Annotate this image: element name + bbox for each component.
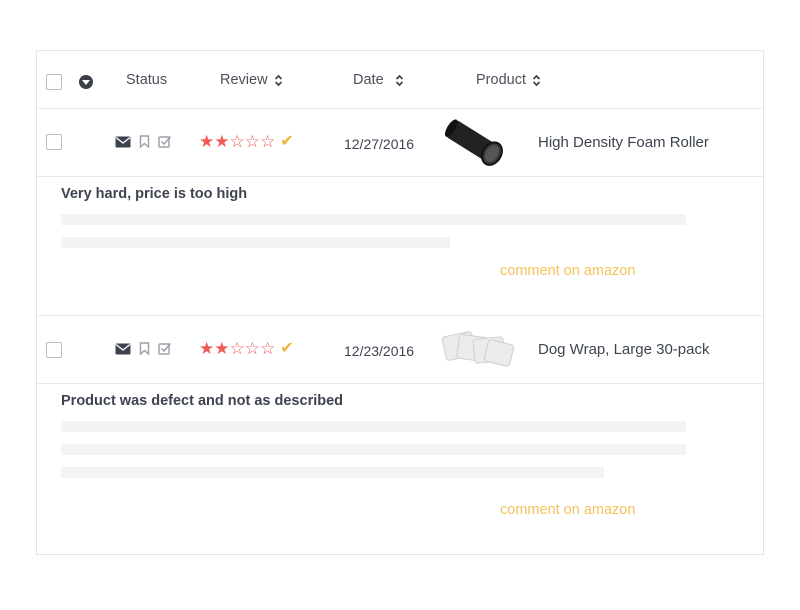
product-header-label: Product (476, 72, 526, 88)
review-header-label: Review (220, 72, 268, 88)
status-icons (115, 135, 172, 148)
star-filled-icon: ★ (214, 339, 230, 358)
star-filled-icon: ★ (199, 339, 215, 358)
star-empty-icon: ☆ (229, 132, 245, 151)
bookmark-icon[interactable] (139, 135, 150, 148)
status-column-header: Status (126, 72, 167, 88)
sort-icon (532, 74, 541, 86)
review-date: 12/27/2016 (344, 136, 415, 152)
comment-on-amazon-link[interactable]: comment on amazon (500, 263, 635, 279)
verified-check-icon: ✔ (280, 133, 294, 150)
product-name[interactable]: Dog Wrap, Large 30-pack (538, 341, 709, 358)
review-comment: Product was defect and not as described (61, 393, 344, 409)
table-row[interactable]: ★ ★ ☆ ☆ ☆ ✔ 12/23/2016 Dog Wrap, Large 3… (37, 316, 763, 384)
comment-on-amazon-link[interactable]: comment on amazon (500, 502, 635, 518)
product-name[interactable]: High Density Foam Roller (538, 134, 709, 151)
row-checkbox[interactable] (46, 134, 62, 150)
placeholder-line (61, 421, 686, 432)
rating-stars: ★ ★ ☆ ☆ ☆ ✔ (199, 340, 294, 357)
placeholder-line (61, 214, 686, 225)
star-empty-icon: ☆ (260, 132, 276, 151)
star-empty-icon: ☆ (260, 339, 276, 358)
select-all-checkbox[interactable] (46, 74, 62, 90)
star-empty-icon: ☆ (229, 339, 245, 358)
sort-icon (274, 74, 282, 86)
envelope-icon[interactable] (115, 136, 131, 148)
reviews-table: Status Review Date Product ★ ★ ☆ ☆ ☆ ✔ 1… (36, 50, 764, 555)
review-date: 12/23/2016 (344, 343, 415, 359)
sort-icon (395, 74, 403, 86)
dog-wrap-image (441, 331, 515, 367)
checked-box-icon[interactable] (158, 135, 172, 148)
review-detail: Product was defect and not as described … (37, 384, 763, 554)
star-filled-icon: ★ (199, 132, 215, 151)
placeholder-line (61, 444, 686, 455)
product-column-header[interactable]: Product (476, 72, 541, 88)
star-empty-icon: ☆ (244, 132, 260, 151)
bulk-actions-dropdown-icon[interactable] (79, 75, 93, 89)
table-row[interactable]: ★ ★ ☆ ☆ ☆ ✔ 12/27/2016 High Density Foam… (37, 109, 763, 177)
placeholder-line (61, 467, 604, 478)
placeholder-line (61, 237, 450, 248)
review-detail: Very hard, price is too high comment on … (37, 177, 763, 316)
verified-check-icon: ✔ (280, 340, 294, 357)
foam-roller-image (444, 119, 503, 166)
row-checkbox[interactable] (46, 342, 62, 358)
status-header-label: Status (126, 72, 168, 88)
star-empty-icon: ☆ (244, 339, 260, 358)
bookmark-icon[interactable] (139, 342, 150, 355)
checked-box-icon[interactable] (158, 342, 172, 355)
star-filled-icon: ★ (214, 132, 230, 151)
review-column-header[interactable]: Review (220, 72, 283, 88)
table-header: Status Review Date Product (37, 51, 763, 109)
status-icons (115, 342, 172, 355)
review-comment: Very hard, price is too high (61, 186, 248, 202)
date-header-label: Date (353, 72, 384, 88)
rating-stars: ★ ★ ☆ ☆ ☆ ✔ (199, 133, 294, 150)
envelope-icon[interactable] (115, 343, 131, 355)
date-column-header[interactable]: Date (353, 72, 404, 88)
